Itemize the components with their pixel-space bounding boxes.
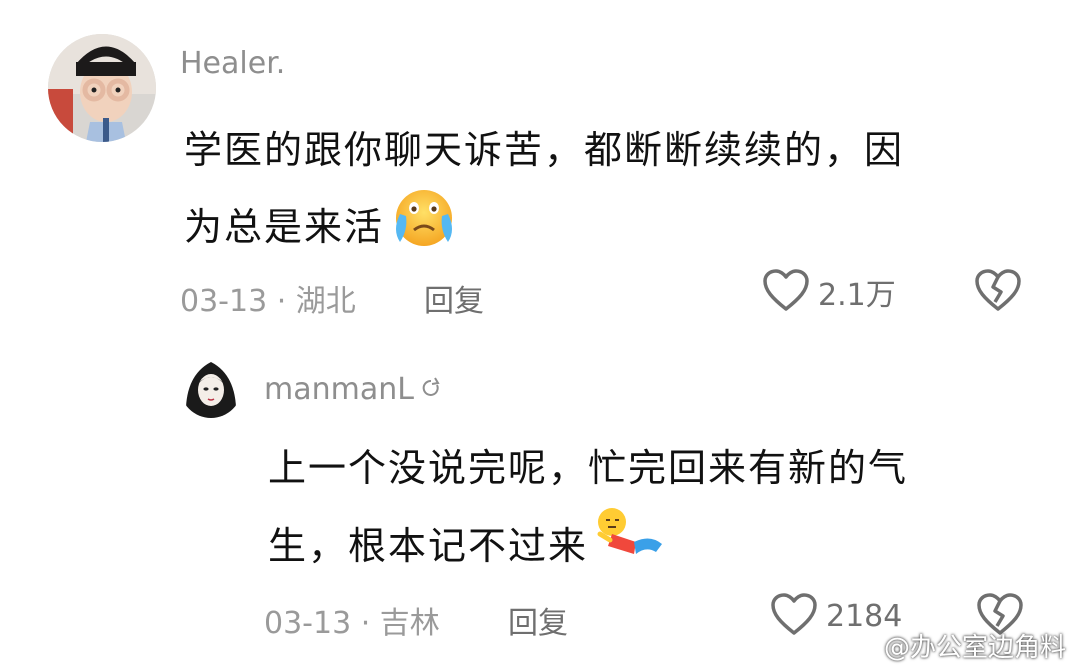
reply-button[interactable]: 回复: [508, 598, 568, 642]
heart-icon: [762, 268, 810, 316]
crying-face-emoji: [386, 184, 458, 269]
comment-text: 学医的跟你聊天诉苦，都断断续续的，因 为总是来活: [184, 116, 904, 269]
username[interactable]: manmanL: [264, 372, 442, 407]
like-count: 2.1万: [818, 278, 896, 313]
username-text: manmanL: [264, 372, 414, 407]
watermark-text: @办公室边角料: [883, 633, 1066, 663]
comment-text-segment: 生，根本记不过来: [268, 523, 589, 568]
weibo-icon: [842, 628, 878, 663]
comment-text: 上一个没说完呢，忙完回来有新的气 生，根本记不过来: [268, 432, 908, 587]
avatar[interactable]: [48, 34, 156, 142]
comment-text-line: 生，根本记不过来: [268, 504, 908, 587]
reply-button[interactable]: 回复: [424, 276, 484, 320]
refresh-icon: [420, 372, 442, 407]
collapsed-figure-emoji: [590, 504, 666, 587]
comment-text-line: 学医的跟你聊天诉苦，都断断续续的，因: [184, 128, 905, 172]
like-button[interactable]: 2.1万: [762, 268, 896, 316]
username[interactable]: Healer.: [180, 46, 285, 81]
comment-text-line: 为总是来活: [184, 184, 904, 269]
comment-text-line: 上一个没说完呢，忙完回来有新的气: [268, 446, 909, 490]
heart-icon: [770, 592, 818, 640]
comment-date-location: 03-13 · 吉林: [264, 606, 440, 641]
comment-date-location: 03-13 · 湖北: [180, 284, 356, 319]
broken-heart-icon: [974, 269, 1022, 316]
avatar[interactable]: [180, 356, 242, 418]
comment-text-segment: 为总是来活: [184, 204, 385, 249]
watermark: @办公室边角料: [842, 627, 1066, 664]
dislike-button[interactable]: [974, 268, 1022, 316]
